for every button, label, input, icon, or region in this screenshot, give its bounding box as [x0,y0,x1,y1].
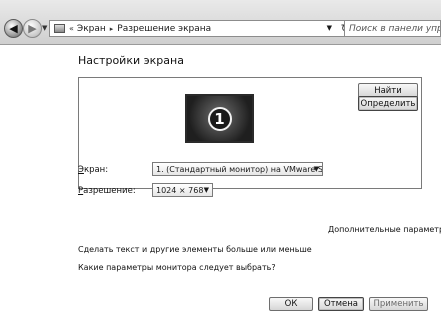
breadcrumb-item-display[interactable]: Экран [77,24,106,34]
chevron-down-icon: ▼ [42,24,48,32]
breadcrumb-separator-icon[interactable]: ▸ [110,25,114,33]
chevron-down-icon: ▼ [203,186,209,194]
monitor-number-badge: 1 [207,106,232,131]
identify-button[interactable]: Определить [358,96,418,111]
chevron-down-icon: ▼ [313,165,319,173]
address-bar[interactable]: « Экран ▸ Разрешение экрана ▼ ↻ [49,20,355,37]
text-size-link[interactable]: Сделать текст и другие элементы больше и… [78,245,312,254]
control-panel-icon [54,24,65,33]
address-dropdown-icon[interactable]: ▼ [327,24,332,32]
back-button[interactable]: ◀ [4,19,23,38]
display-select[interactable]: 1. (Стандартный монитор) на VMware SVGA … [152,162,323,176]
resolution-label: Разрешение: [78,186,136,196]
history-dropdown-button[interactable]: ▼ [42,24,47,32]
cancel-button[interactable]: Отмена [318,297,364,311]
main-content: Настройки экрана 1 Найти Определить Экра… [0,45,441,314]
resolution-select-value: 1024 × 768 [156,185,204,195]
monitor-thumbnail[interactable]: 1 [185,94,254,143]
page-title: Настройки экрана [78,54,184,67]
display-label: Экран: [78,165,109,175]
breadcrumb-overflow[interactable]: « [69,24,74,33]
forward-arrow-icon: ▶ [28,22,37,35]
advanced-settings-link[interactable]: Дополнительные параметры [328,225,441,234]
apply-button[interactable]: Применить [369,297,428,311]
display-select-value: 1. (Стандартный монитор) на VMware SVGA … [156,164,323,174]
forward-button[interactable]: ▶ [23,19,42,38]
resolution-select[interactable]: 1024 × 768 ▼ [152,183,213,197]
window-header: ◀ ▶ ▼ « Экран ▸ Разрешение экрана ▼ ↻ По… [0,0,441,45]
ok-button[interactable]: ОК [269,297,313,311]
search-placeholder: Поиск в панели управлен [349,23,440,34]
back-arrow-icon: ◀ [9,22,18,35]
monitor-help-link[interactable]: Какие параметры монитора следует выбрать… [78,263,276,272]
search-input[interactable]: Поиск в панели управлен [344,20,441,37]
breadcrumb-item-screen-resolution[interactable]: Разрешение экрана [117,24,211,34]
